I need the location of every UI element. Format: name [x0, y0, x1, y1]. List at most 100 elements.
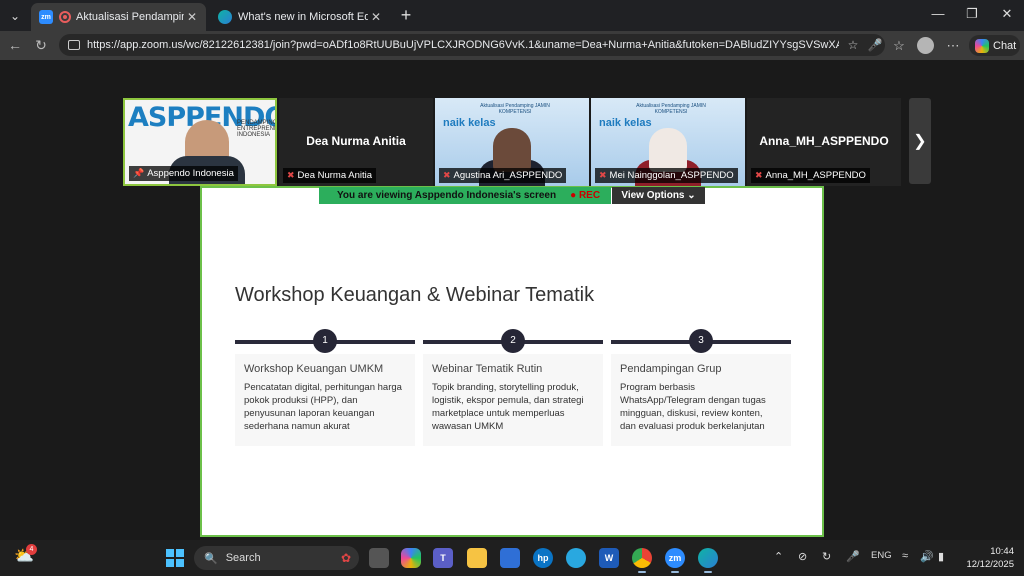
- wifi-icon[interactable]: ≈: [902, 550, 908, 562]
- viewing-screen-banner: You are viewing Asppendo Indonesia's scr…: [319, 187, 611, 204]
- step-number: 3: [689, 329, 713, 353]
- edge-favicon-icon: [218, 10, 232, 24]
- windows-taskbar: ⛅ 4 🔍 Search ✿ T hp W zm ⌃ ⊘ ↻ 🎤 ENG ≈ 🔊…: [0, 540, 1024, 576]
- copilot-chat-button[interactable]: Chat: [969, 35, 1020, 56]
- hp-icon[interactable]: hp: [533, 548, 553, 568]
- volume-icon[interactable]: 🔊: [920, 550, 934, 563]
- chevron-down-icon: ⌄: [687, 190, 696, 201]
- step-number: 2: [501, 329, 525, 353]
- step-card: Pendampingan Grup Program berbasis Whats…: [611, 354, 791, 446]
- muted-mic-icon: ✖: [443, 170, 451, 180]
- participant-tile-dea[interactable]: Dea Nurma Anitia ✖ Dea Nurma Anitia: [279, 98, 433, 186]
- copilot-icon: [975, 38, 989, 53]
- step-heading: Pendampingan Grup: [620, 363, 722, 375]
- close-tab-icon[interactable]: ✕: [368, 10, 384, 24]
- participant-video-strip: ASPPENDO PENDAMPING ENTREPRENEUR INDONES…: [123, 98, 901, 186]
- step-heading: Webinar Tematik Rutin: [432, 363, 543, 375]
- notification-badge: 4: [26, 544, 37, 555]
- rec-label: ● REC: [570, 190, 601, 201]
- file-explorer-icon[interactable]: [467, 548, 487, 568]
- step-description: Pencatatan digital, perhitungan harga po…: [244, 382, 402, 432]
- back-icon[interactable]: ←: [6, 37, 24, 53]
- tab-title: What's new in Microsoft Edge: [238, 11, 368, 23]
- participant-tile-asppendo[interactable]: ASPPENDO PENDAMPING ENTREPRENEUR INDONES…: [123, 98, 277, 186]
- task-view-icon[interactable]: [369, 548, 389, 568]
- step-description: Topik branding, storytelling produk, log…: [432, 382, 584, 432]
- participant-display-name: Anna_MH_ASPPENDO: [759, 134, 889, 148]
- microsoft-store-icon[interactable]: [500, 548, 520, 568]
- start-windows-icon[interactable]: [166, 549, 184, 567]
- refresh-icon[interactable]: ↻: [32, 37, 50, 54]
- muted-mic-icon: ✖: [599, 170, 607, 180]
- clock-time: 10:44: [990, 546, 1014, 557]
- zoom-favicon-icon: zm: [39, 10, 53, 24]
- recording-indicator-icon: [59, 11, 71, 23]
- clock-date: 12/12/2025: [966, 559, 1014, 570]
- tab-title: Aktualisasi Pendamping JAMIN: [76, 11, 184, 23]
- favorite-star-icon[interactable]: ☆: [845, 38, 861, 52]
- address-toolbar: ← ↻ https://app.zoom.us/wc/82122612381/j…: [0, 31, 1024, 60]
- system-clock[interactable]: 10:44 12/12/2025: [964, 545, 1014, 571]
- chat-label: Chat: [993, 39, 1017, 52]
- network-off-icon[interactable]: ⊘: [798, 550, 807, 563]
- participant-video: [649, 128, 687, 172]
- search-placeholder: Search: [225, 552, 261, 564]
- tab-edge-whats-new[interactable]: What's new in Microsoft Edge ✕: [210, 3, 390, 31]
- view-options-button[interactable]: View Options ⌄: [612, 187, 705, 204]
- participant-name-label: ✖ Mei Nainggolan_ASPPENDO: [595, 168, 738, 183]
- language-indicator[interactable]: ENG: [871, 550, 892, 561]
- tab-zoom-meeting[interactable]: zm Aktualisasi Pendamping JAMIN ✕: [31, 3, 206, 31]
- sync-icon[interactable]: ↻: [822, 550, 831, 563]
- slide-title: Workshop Keuangan & Webinar Tematik: [235, 284, 595, 306]
- browser-tab-bar: ⌄ zm Aktualisasi Pendamping JAMIN ✕ What…: [0, 0, 1024, 31]
- minimize-icon[interactable]: —: [928, 6, 948, 21]
- teams-icon[interactable]: T: [433, 548, 453, 568]
- favorites-icon[interactable]: ☆: [890, 38, 908, 54]
- participant-name-label: ✖ Dea Nurma Anitia: [283, 168, 376, 183]
- search-icon: 🔍: [204, 552, 218, 565]
- muted-mic-icon: ✖: [755, 170, 763, 180]
- step-card: Workshop Keuangan UMKM Pencatatan digita…: [235, 354, 415, 446]
- microphone-tray-icon[interactable]: 🎤: [846, 550, 860, 563]
- asppendo-logo-subtitle: PENDAMPING ENTREPRENEUR INDONESIA: [237, 120, 277, 138]
- step-heading: Workshop Keuangan UMKM: [244, 363, 384, 375]
- pin-icon: 📌: [133, 168, 145, 178]
- step-number: 1: [313, 329, 337, 353]
- participant-display-name: Dea Nurma Anitia: [306, 134, 406, 148]
- microphone-icon[interactable]: 🎤: [867, 38, 883, 52]
- more-options-icon[interactable]: ⋯: [944, 38, 962, 54]
- participant-tile-mei[interactable]: Aktualisasi Pendamping JAMIN KOMPETENSI …: [591, 98, 745, 186]
- restore-icon[interactable]: ❐: [962, 6, 982, 22]
- zoom-app-icon[interactable]: zm: [665, 548, 685, 573]
- viewing-banner-text: You are viewing Asppendo Indonesia's scr…: [337, 190, 557, 201]
- participant-tile-agustina[interactable]: Aktualisasi Pendamping JAMIN KOMPETENSI …: [435, 98, 589, 186]
- participant-video: [493, 128, 531, 172]
- shared-screen: Workshop Keuangan & Webinar Tematik 1 Wo…: [200, 186, 824, 537]
- taskbar-search[interactable]: 🔍 Search ✿: [194, 546, 359, 570]
- url-text: https://app.zoom.us/wc/82122612381/join?…: [87, 39, 839, 51]
- chrome-icon[interactable]: [632, 548, 652, 573]
- muted-mic-icon: ✖: [287, 170, 295, 180]
- tab-actions-menu-icon[interactable]: ⌄: [5, 6, 25, 26]
- copilot-app-icon[interactable]: [401, 548, 421, 568]
- edge-app-icon[interactable]: [698, 548, 718, 573]
- show-hidden-icons-icon[interactable]: ⌃: [774, 550, 783, 563]
- paint-icon[interactable]: [566, 548, 586, 568]
- word-icon[interactable]: W: [599, 548, 619, 568]
- site-info-icon[interactable]: [68, 40, 80, 50]
- search-highlight-icon: ✿: [340, 551, 351, 565]
- close-tab-icon[interactable]: ✕: [184, 10, 200, 24]
- address-bar[interactable]: https://app.zoom.us/wc/82122612381/join?…: [59, 34, 885, 56]
- participant-tile-anna[interactable]: Anna_MH_ASPPENDO ✖ Anna_MH_ASPPENDO: [747, 98, 901, 186]
- profile-avatar-icon[interactable]: [917, 37, 934, 54]
- battery-icon[interactable]: ▮: [938, 550, 944, 563]
- participant-name-label: ✖ Agustina Ari_ASPPENDO: [439, 168, 567, 183]
- widgets-button[interactable]: ⛅ 4: [14, 544, 37, 568]
- participant-name-label: ✖ Anna_MH_ASPPENDO: [751, 168, 870, 183]
- step-card: Webinar Tematik Rutin Topik branding, st…: [423, 354, 603, 446]
- close-window-icon[interactable]: ✕: [997, 6, 1017, 22]
- new-tab-icon[interactable]: +: [396, 5, 416, 25]
- participant-name-label: 📌 Asppendo Indonesia: [129, 166, 238, 181]
- next-participants-chevron-icon[interactable]: ❯: [909, 98, 931, 184]
- step-description: Program berbasis WhatsApp/Telegram denga…: [620, 382, 766, 432]
